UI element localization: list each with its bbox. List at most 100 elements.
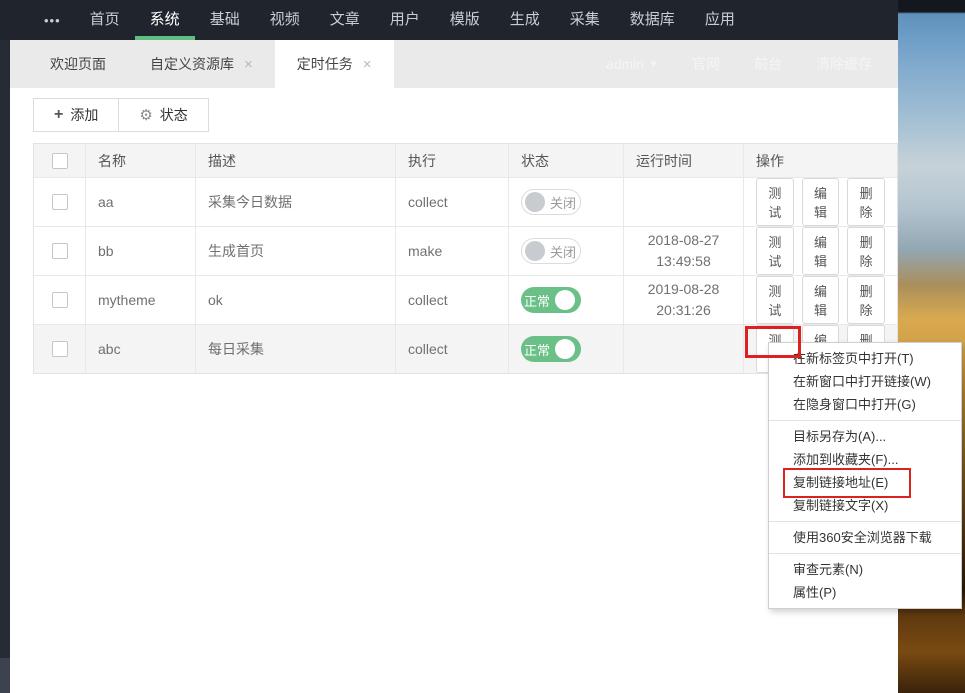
status-toggle[interactable]: 正常 (521, 336, 581, 362)
collapsed-sidebar (0, 40, 10, 693)
collapsed-sidebar-footer (0, 658, 10, 693)
edit-button[interactable]: 编辑 (801, 276, 840, 324)
col-desc: 描述 (196, 144, 396, 177)
nav-item-collect[interactable]: 采集 (555, 0, 615, 40)
col-runtime: 运行时间 (624, 144, 744, 177)
delete-button[interactable]: 删除 (847, 227, 886, 275)
status-toggle[interactable]: 关闭 (521, 238, 581, 264)
link-clear-cache[interactable]: 清除缓存 (816, 54, 872, 74)
tab-label: 定时任务 (296, 56, 353, 72)
user-bar: admin ▼ 官网 前台 清除缓存 (606, 40, 872, 88)
delete-button[interactable]: 删除 (847, 276, 886, 324)
task-runtime: 2019-08-28 20:31:26 (624, 276, 744, 324)
task-runtime (624, 178, 744, 226)
link-site[interactable]: 官网 (692, 54, 720, 74)
toggle-label: 关闭 (550, 195, 577, 211)
row-checkbox[interactable] (51, 292, 68, 308)
context-menu: 在新标签页中打开(T) 在新窗口中打开链接(W) 在隐身窗口中打开(G) 目标另… (768, 342, 962, 609)
task-name: aa (86, 178, 196, 226)
nav-item-video[interactable]: 视频 (255, 0, 315, 40)
toggle-label: 正常 (524, 342, 551, 358)
row-checkbox[interactable] (51, 341, 68, 357)
tab-scheduled-tasks[interactable]: 定时任务 × (274, 40, 394, 88)
runtime-date: 2018-08-27 (647, 232, 720, 248)
toolbar: + 添加 ⚙ 状态 (33, 98, 209, 132)
task-desc: 采集今日数据 (196, 178, 396, 226)
nav-item-user[interactable]: 用户 (375, 0, 435, 40)
user-menu[interactable]: admin ▼ (606, 56, 658, 72)
runtime-time: 20:31:26 (656, 302, 711, 318)
nav-item-template[interactable]: 模版 (435, 0, 495, 40)
nav-item-app[interactable]: 应用 (690, 0, 750, 40)
toggle-knob (525, 241, 545, 261)
tab-label: 自定义资源库 (150, 56, 234, 72)
runtime-date: 2019-08-28 (647, 281, 720, 297)
context-menu-item-download-360[interactable]: 使用360安全浏览器下载 (769, 526, 961, 549)
status-button-label: 状态 (159, 107, 188, 123)
chevron-down-icon: ▼ (649, 59, 658, 69)
task-name: bb (86, 227, 196, 275)
table-header-row: 名称 描述 执行 状态 运行时间 操作 (34, 144, 897, 178)
context-menu-item-open-incognito[interactable]: 在隐身窗口中打开(G) (769, 393, 961, 416)
context-menu-item-add-favorites[interactable]: 添加到收藏夹(F)... (769, 448, 961, 471)
task-desc: 生成首页 (196, 227, 396, 275)
plus-icon: + (54, 106, 64, 123)
nav-item-system[interactable]: 系统 (134, 0, 195, 40)
toggle-knob (555, 339, 576, 359)
tab-welcome[interactable]: 欢迎页面 (28, 40, 128, 88)
toggle-knob (555, 290, 576, 310)
gear-icon: ⚙ (139, 107, 153, 124)
context-menu-item-open-new-tab[interactable]: 在新标签页中打开(T) (769, 347, 961, 370)
row-checkbox[interactable] (51, 243, 68, 259)
col-name: 名称 (86, 144, 196, 177)
task-runtime: 2018-08-27 13:49:58 (624, 227, 744, 275)
table-row: aa 采集今日数据 collect 关闭 测试 编辑 删除 (34, 178, 897, 227)
task-exec: make (396, 227, 509, 275)
context-menu-item-open-new-window[interactable]: 在新窗口中打开链接(W) (769, 370, 961, 393)
col-actions: 操作 (756, 152, 784, 169)
task-exec: collect (396, 276, 509, 324)
tab-custom-resource[interactable]: 自定义资源库 × (128, 40, 275, 88)
col-exec: 执行 (396, 144, 509, 177)
edit-button[interactable]: 编辑 (801, 227, 840, 275)
test-button[interactable]: 测试 (756, 178, 794, 226)
task-desc: 每日采集 (196, 325, 396, 373)
task-desc: ok (196, 276, 396, 324)
more-icon[interactable]: ••• (0, 0, 75, 40)
nav-item-basic[interactable]: 基础 (195, 0, 255, 40)
table-row: bb 生成首页 make 关闭 2018-08-27 13:49:58 测试 编… (34, 227, 897, 276)
context-menu-item-properties[interactable]: 属性(P) (769, 581, 961, 604)
tab-label: 欢迎页面 (50, 56, 106, 72)
nav-item-database[interactable]: 数据库 (615, 0, 690, 40)
context-menu-item-copy-link-address[interactable]: 复制链接地址(E) (769, 471, 961, 494)
nav-items: 首页 系统 基础 视频 文章 用户 模版 生成 采集 数据库 应用 (75, 0, 750, 40)
nav-item-article[interactable]: 文章 (315, 0, 375, 40)
select-all-checkbox[interactable] (51, 152, 68, 169)
delete-button[interactable]: 删除 (847, 178, 886, 226)
row-checkbox[interactable] (51, 194, 68, 210)
close-icon[interactable]: × (244, 57, 253, 72)
close-icon[interactable]: × (363, 57, 372, 72)
table-row: mytheme ok collect 正常 2019-08-28 20:31:2… (34, 276, 897, 325)
test-button[interactable]: 测试 (756, 276, 794, 324)
col-status: 状态 (509, 144, 624, 177)
test-button[interactable]: 测试 (756, 227, 794, 275)
status-button[interactable]: ⚙ 状态 (119, 98, 209, 132)
context-menu-item-save-target-as[interactable]: 目标另存为(A)... (769, 425, 961, 448)
task-exec: collect (396, 325, 509, 373)
add-button[interactable]: + 添加 (33, 98, 120, 132)
toggle-label: 正常 (524, 293, 551, 309)
nav-item-home[interactable]: 首页 (75, 0, 135, 40)
tasks-table: 名称 描述 执行 状态 运行时间 操作 aa 采集今日数据 collect 关闭 (33, 143, 898, 374)
status-toggle[interactable]: 正常 (521, 287, 581, 313)
edit-button[interactable]: 编辑 (801, 178, 840, 226)
link-frontend[interactable]: 前台 (754, 54, 782, 74)
nav-item-generate[interactable]: 生成 (495, 0, 555, 40)
screen: ••• 首页 系统 基础 视频 文章 用户 模版 生成 采集 数据库 应用 欢迎… (0, 0, 965, 693)
status-toggle[interactable]: 关闭 (521, 189, 581, 215)
context-menu-item-inspect[interactable]: 审查元素(N) (769, 558, 961, 581)
add-button-label: 添加 (70, 107, 99, 123)
runtime-time: 13:49:58 (656, 253, 711, 269)
context-menu-item-copy-link-text[interactable]: 复制链接文字(X) (769, 494, 961, 517)
task-name: abc (86, 325, 196, 373)
